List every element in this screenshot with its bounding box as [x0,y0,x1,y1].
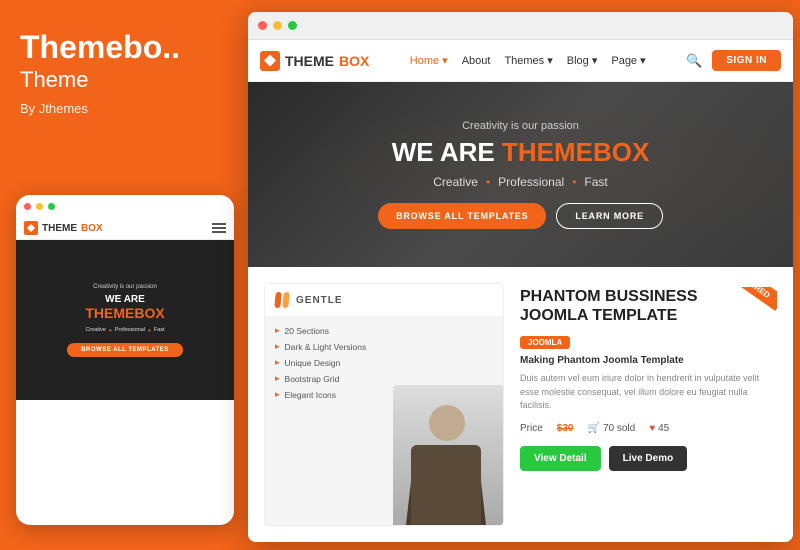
heart-count: 45 [658,423,669,434]
hero-tag-creative: Creative [433,175,478,189]
price-old: $30 [557,423,574,434]
product-title-left: Themebo.. [20,30,228,65]
product-description: Duis autem vel eum iriure dolor in hendr… [520,372,777,413]
hero-dot-1: • [486,175,490,189]
browser-dot-red [258,21,267,30]
product-info: PHANTOM BUSSINESSJOOMLA TEMPLATE FEATURE… [520,283,777,526]
mobile-logo-icon [24,221,38,235]
man-body [411,445,481,525]
hero-dot-2: • [572,175,576,189]
learn-more-button[interactable]: LEARN MORE [556,203,663,229]
joomla-badge: JOOMLA [520,336,570,349]
browser-dot-green [288,21,297,30]
mobile-navbar: THEME BOX [16,217,234,240]
dot-yellow [36,203,43,210]
product-price-row: Price $30 🛒 70 sold ♥ 45 [520,423,777,434]
dot-red [24,203,31,210]
nav-blog[interactable]: Blog ▾ [567,54,598,67]
nav-home[interactable]: Home ▾ [410,54,448,67]
nav-page[interactable]: Page ▾ [611,54,645,67]
mobile-topbar [16,195,234,217]
sold-count: 70 sold [603,423,635,434]
live-demo-button[interactable]: Live Demo [609,446,688,471]
mobile-we-are-text: WE ARE [105,294,145,305]
hero-tag-professional: Professional [498,175,564,189]
mobile-tag-professional: Professional [115,327,145,333]
mobile-brand-theme: THEME [42,223,77,234]
feature-4: Bootstrap Grid [275,373,493,384]
hamburger-icon[interactable] [212,223,226,233]
brand-theme-text: THEME [285,53,334,69]
hero-tagline: Creative • Professional • Fast [433,175,607,189]
heart-icon: ♥ [649,423,655,434]
mobile-tag-fast: Fast [154,327,165,333]
product-author: By Jthemes [20,101,228,116]
hero-section: Creativity is our passion WE ARE THEMEBO… [248,82,793,267]
feature-2: Dark & Light Versions [275,341,493,352]
mobile-logo: THEME BOX [24,221,103,235]
product-tagline: Making Phantom Joomla Template [520,355,777,366]
mobile-tagline: Creative • Professional • Fast [85,326,164,335]
hero-title-orange: THEMEBOX [502,137,649,167]
product-section: GENTLE 20 Sections Dark & Light Versions… [248,267,793,542]
hero-buttons: BROWSE ALL TEMPLATES LEARN MORE [378,203,663,229]
mobile-tag-creative: Creative [85,327,105,333]
hero-title-white: WE ARE [392,137,495,167]
man-image-overlay [393,385,503,525]
mobile-brand-box: BOX [81,223,103,234]
mobile-dot-2: • [148,326,151,335]
browser-topbar [248,12,793,40]
view-detail-button[interactable]: View Detail [520,446,601,471]
hero-title: WE ARE THEMEBOX [392,138,650,167]
nav-about[interactable]: About [462,55,491,67]
cart-icon: 🛒 [587,423,599,434]
nav-right: 🔍 SIGN IN [686,50,781,71]
mobile-browse-button[interactable]: BROWSE ALL TEMPLATES [67,343,183,357]
brand-logo: THEME BOX [260,51,369,71]
mobile-dot-1: • [109,326,112,335]
product-subtitle-left: Theme [20,67,228,93]
man-head [429,405,465,441]
signin-button[interactable]: SIGN IN [712,50,781,71]
product-img-header: GENTLE [265,284,503,317]
product-image-container: GENTLE 20 Sections Dark & Light Versions… [264,283,504,526]
gentle-logo-icon [275,292,291,308]
product-name: PHANTOM BUSSINESSJOOMLA TEMPLATE [520,287,777,325]
browser-dot-yellow [273,21,282,30]
dot-green [48,203,55,210]
brand-box-text: BOX [339,53,369,69]
search-icon[interactable]: 🔍 [686,53,702,69]
mobile-hero-section: Creativity is our passion WE ARE THEMEBO… [16,240,234,400]
hero-passion-text: Creativity is our passion [462,120,579,132]
nav-links: Home ▾ About Themes ▾ Blog ▾ Page ▾ [410,54,646,67]
browser-window: THEME BOX Home ▾ About Themes ▾ Blog ▾ Pa… [248,12,793,542]
price-label: Price [520,423,543,434]
hero-tag-fast: Fast [584,175,607,189]
gentle-brand-name: GENTLE [296,295,343,306]
browser-navbar: THEME BOX Home ▾ About Themes ▾ Blog ▾ Pa… [248,40,793,82]
sold-info: 🛒 70 sold [587,423,635,434]
nav-themes[interactable]: Themes ▾ [504,54,552,67]
hero-content: Creativity is our passion WE ARE THEMEBO… [378,120,663,229]
heart-info: ♥ 45 [649,423,669,434]
product-image-inner: GENTLE 20 Sections Dark & Light Versions… [265,284,503,525]
mobile-passion-text: Creativity is our passion [93,284,157,290]
product-action-buttons: View Detail Live Demo [520,446,777,471]
feature-1: 20 Sections [275,325,493,336]
mobile-preview-card: THEME BOX Creativity is our passion WE AR… [16,195,234,525]
feature-3: Unique Design [275,357,493,368]
mobile-themebox-text: THEMEBOX [85,305,164,321]
logo-icon [260,51,280,71]
browse-templates-button[interactable]: BROWSE ALL TEMPLATES [378,203,546,229]
